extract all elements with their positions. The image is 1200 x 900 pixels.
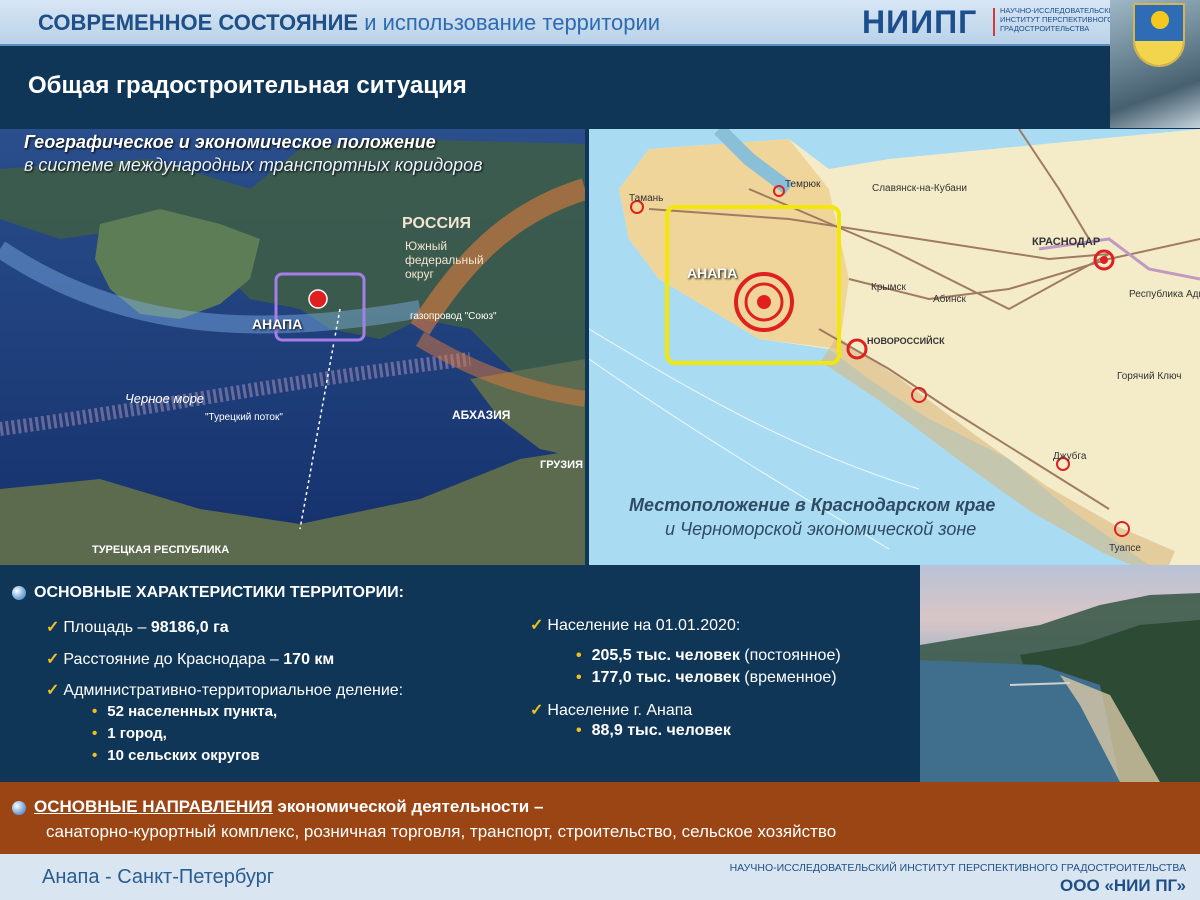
pop-permanent: • 205,5 тыс. человек (постоянное) (576, 647, 841, 664)
label-slavyansk: Славянск-на-Кубани (872, 183, 967, 194)
label-russia: РОССИЯ (402, 215, 472, 232)
checkmark-icon: ✓ (46, 619, 60, 636)
brand-subtitle: НАУЧНО-ИССЛЕДОВАТЕЛЬСКИЙ ИНСТИТУТ ПЕРСПЕ… (1000, 6, 1120, 33)
bullet-dot-icon: • (576, 669, 582, 686)
distance-label: Расстояние до Краснодара – (63, 651, 284, 668)
label-temryuk: Темрюк (785, 179, 821, 190)
economy-heading: ОСНОВНЫЕ НАПРАВЛЕНИЯ экономической деяте… (12, 797, 543, 817)
label-novorossiysk: НОВОРОССИЙСК (867, 336, 945, 346)
checkmark-icon: ✓ (530, 702, 544, 719)
anapa-marker (308, 289, 328, 309)
label-dzhubga: Джубга (1053, 451, 1087, 462)
bullet-ball-icon (12, 800, 26, 815)
bullet-dot-icon: • (92, 725, 98, 742)
admin-line: ✓ Административно-территориальное деление… (46, 680, 403, 700)
checkmark-icon: ✓ (46, 682, 60, 699)
checkmark-icon: ✓ (46, 651, 60, 668)
krasnodar-core (1100, 256, 1108, 264)
area-label: Площадь – (63, 619, 151, 636)
footer-company: ООО «НИИ ПГ» (1060, 876, 1186, 895)
label-south-district: Южный федеральный округ (405, 239, 484, 281)
footer: Анапа - Санкт-Петербург НАУЧНО-ИССЛЕДОВА… (0, 854, 1200, 900)
label-pipeline: газопровод "Союз" (410, 311, 497, 322)
characteristics-heading: ОСНОВНЫЕ ХАРАКТЕРИСТИКИ ТЕРРИТОРИИ: (12, 584, 404, 602)
label-abinsk: Абинск (933, 294, 966, 305)
bullet-dot-icon: • (576, 722, 582, 739)
header-bar: СОВРЕМЕННОЕ СОСТОЯНИЕ и использование те… (0, 0, 1200, 46)
label-anapa-left: АНАПА (252, 316, 303, 332)
header-title-bold: СОВРЕМЕННОЕ СОСТОЯНИЕ (38, 10, 359, 35)
label-turkey: ТУРЕЦКАЯ РЕСПУБЛИКА (92, 544, 230, 556)
population-label: Население на 01.01.2020: (547, 617, 741, 634)
header-title: СОВРЕМЕННОЕ СОСТОЯНИЕ и использование те… (38, 10, 660, 36)
bullet-ball-icon (12, 585, 26, 600)
map-right-caption-bold: Местоположение в Краснодарском крае (629, 495, 996, 515)
checkmark-icon: ✓ (530, 617, 544, 634)
label-turkish-stream: "Турецкий поток" (205, 412, 283, 423)
distance-line: ✓ Расстояние до Краснодара – 170 км (46, 649, 334, 669)
city-pop-line: ✓ Население г. Анапа (530, 700, 692, 720)
label-georgia: ГРУЗИЯ (540, 459, 583, 471)
economy-heading-rest: экономической деятельности – (272, 797, 544, 816)
coat-of-arms-icon (1133, 3, 1185, 67)
distance-value: 170 км (283, 651, 335, 668)
wave-band (1135, 41, 1183, 65)
economy-band: ОСНОВНЫЕ НАПРАВЛЕНИЯ экономической деяте… (0, 782, 1200, 854)
bullet-dot-icon: • (92, 703, 98, 720)
label-abkhazia: АБХАЗИЯ (452, 408, 511, 422)
label-black-sea: Черное море (125, 391, 205, 406)
admin-item: • 1 город, (92, 725, 167, 742)
economy-heading-bold: ОСНОВНЫЕ НАПРАВЛЕНИЯ (34, 797, 273, 816)
map-left-graphic (0, 129, 585, 565)
pop-temporary: • 177,0 тыс. человек (временное) (576, 669, 837, 686)
bullet-dot-icon: • (92, 747, 98, 764)
map-transport-corridors: Географическое и экономическое положение… (0, 129, 585, 565)
city-pop-label: Население г. Анапа (547, 702, 693, 719)
label-krymsk: Крымск (871, 282, 906, 293)
area-line: ✓ Площадь – 98186,0 га (46, 617, 229, 637)
label-adygea: Республика Адыгея (1129, 289, 1200, 300)
bullet-dot-icon: • (576, 647, 582, 664)
map-krasnodar-region: АНАПА КРАСНОДАР НОВОРОССИЙСК Темрюк Тама… (589, 129, 1200, 565)
area-value: 98186,0 га (150, 619, 229, 636)
label-anapa-right: АНАПА (687, 265, 738, 281)
map-left-title: Географическое и экономическое положение (24, 132, 436, 152)
brand-logo-text: НИИПГ (862, 4, 978, 40)
map-left-subtitle: в системе международных транспортных кор… (24, 155, 483, 175)
header-title-rest: и использование территории (364, 10, 661, 35)
page-subtitle: Общая градостроительная ситуация (28, 72, 467, 99)
admin-item: • 52 населенных пункта, (92, 703, 278, 720)
economy-list: санаторно-курортный комплекс, розничная … (46, 822, 837, 841)
population-line: ✓ Население на 01.01.2020: (530, 615, 740, 635)
map-right-caption-rest: и Черноморской экономической зоне (665, 519, 977, 539)
admin-item: • 10 сельских округов (92, 747, 260, 764)
characteristics-panel: ОСНОВНЫЕ ХАРАКТЕРИСТИКИ ТЕРРИТОРИИ: ✓ Пло… (0, 565, 920, 782)
brand-divider (993, 8, 995, 36)
admin-label: Административно-территориальное деление: (63, 682, 404, 699)
resort-photo-graphic (920, 593, 1200, 782)
footer-institute: НАУЧНО-ИССЛЕДОВАТЕЛЬСКИЙ ИНСТИТУТ ПЕРСПЕ… (729, 862, 1186, 874)
city-pop-value-line: • 88,9 тыс. человек (576, 722, 731, 739)
label-goryachy: Горячий Ключ (1117, 371, 1182, 382)
characteristics-heading-text: ОСНОВНЫЕ ХАРАКТЕРИСТИКИ ТЕРРИТОРИИ: (34, 584, 404, 601)
anapa-ring-core (757, 295, 771, 309)
label-taman: Тамань (629, 193, 664, 204)
sun-icon (1151, 11, 1169, 29)
label-tuapse: Туапсе (1109, 543, 1141, 554)
resort-photo (920, 565, 1200, 782)
label-krasnodar: КРАСНОДАР (1032, 236, 1101, 248)
footer-left-text: Анапа - Санкт-Петербург (42, 866, 275, 888)
